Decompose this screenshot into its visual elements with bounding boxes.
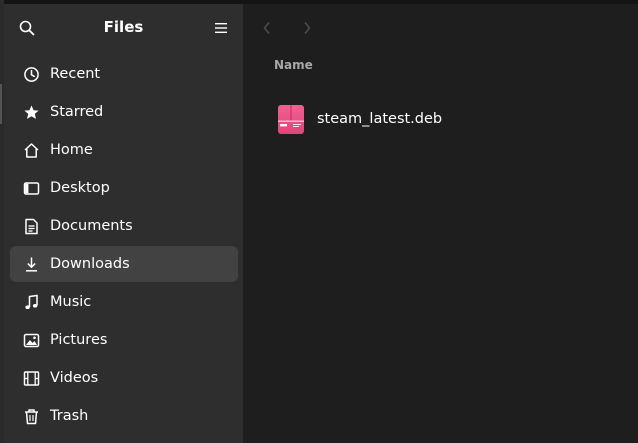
sidebar-item-recent[interactable]: Recent bbox=[10, 56, 238, 92]
edge-marker bbox=[0, 84, 2, 124]
sidebar-item-label: Trash bbox=[50, 408, 89, 424]
sidebar-item-downloads[interactable]: Downloads bbox=[10, 246, 238, 282]
clock-icon bbox=[22, 65, 40, 83]
sidebar-item-trash[interactable]: Trash bbox=[10, 398, 238, 434]
sidebar-item-home[interactable]: Home bbox=[10, 132, 238, 168]
sidebar-item-desktop[interactable]: Desktop bbox=[10, 170, 238, 206]
sidebar-item-videos[interactable]: Videos bbox=[10, 360, 238, 396]
sidebar: Files Recent Starred Home Desktop Docume… bbox=[4, 4, 243, 443]
file-name: steam_latest.deb bbox=[317, 111, 443, 127]
back-button[interactable] bbox=[255, 16, 279, 40]
star-icon bbox=[22, 103, 40, 121]
picture-icon bbox=[22, 331, 40, 349]
home-icon bbox=[22, 141, 40, 159]
sidebar-item-label: Desktop bbox=[50, 180, 110, 196]
hamburger-menu-icon bbox=[215, 23, 227, 33]
sidebar-item-label: Music bbox=[50, 294, 92, 310]
sidebar-item-label: Pictures bbox=[50, 332, 108, 348]
film-icon bbox=[22, 369, 40, 387]
deb-package-icon bbox=[278, 105, 304, 134]
main-menu-button[interactable] bbox=[207, 14, 235, 42]
desktop-icon bbox=[22, 179, 40, 197]
sidebar-item-starred[interactable]: Starred bbox=[10, 94, 238, 130]
column-header-name[interactable]: Name bbox=[274, 58, 313, 72]
sidebar-item-label: Home bbox=[50, 142, 93, 158]
sidebar-item-label: Documents bbox=[50, 218, 133, 234]
sidebar-item-label: Downloads bbox=[50, 256, 130, 272]
music-note-icon bbox=[22, 293, 40, 311]
chevron-right-icon bbox=[304, 22, 311, 34]
sidebar-header: Files bbox=[4, 4, 243, 52]
places-list: Recent Starred Home Desktop Documents Do… bbox=[10, 56, 238, 436]
sidebar-item-label: Starred bbox=[50, 104, 104, 120]
sidebar-item-label: Recent bbox=[50, 66, 101, 82]
file-view: Name steam_latest.deb bbox=[243, 4, 638, 443]
trash-icon bbox=[22, 407, 40, 425]
file-item[interactable]: steam_latest.deb bbox=[271, 100, 611, 138]
sidebar-item-pictures[interactable]: Pictures bbox=[10, 322, 238, 358]
forward-button[interactable] bbox=[295, 16, 319, 40]
chevron-left-icon bbox=[263, 22, 270, 34]
sidebar-item-label: Videos bbox=[50, 370, 99, 386]
sidebar-item-music[interactable]: Music bbox=[10, 284, 238, 320]
document-icon bbox=[22, 217, 40, 235]
sidebar-item-documents[interactable]: Documents bbox=[10, 208, 238, 244]
download-icon bbox=[22, 255, 40, 273]
